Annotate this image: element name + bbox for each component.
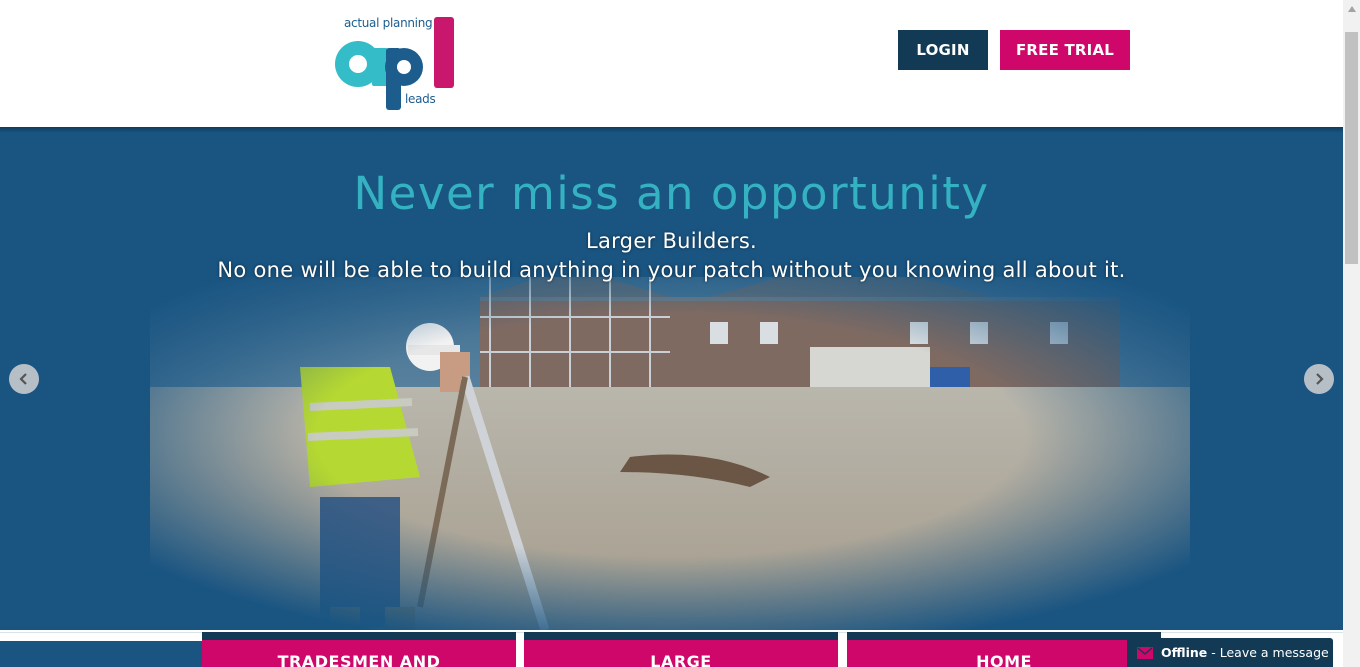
logo-tagline-bottom: leads bbox=[405, 92, 436, 106]
chat-message: - Leave a message bbox=[1211, 645, 1329, 660]
apl-logo[interactable]: actual planning leads bbox=[334, 14, 458, 112]
chevron-left-icon bbox=[19, 373, 27, 385]
chat-status: Offline bbox=[1161, 645, 1208, 660]
envelope-icon bbox=[1137, 646, 1153, 659]
site-header: actual planning leads LOGIN FREE TRIAL bbox=[0, 0, 1343, 127]
scrollbar-thumb[interactable] bbox=[1345, 32, 1358, 264]
strip-left-block bbox=[0, 641, 202, 667]
hero-subtitle-line2: No one will be able to build anything in… bbox=[217, 258, 1126, 282]
slider-prev-button[interactable] bbox=[9, 364, 39, 394]
construction-site-photo bbox=[150, 277, 1190, 630]
card-tradesmen[interactable]: TRADESMEN AND bbox=[202, 632, 516, 667]
hero-subtitle-line1: Larger Builders. bbox=[585, 229, 758, 253]
hero-slider: Never miss an opportunity Larger Builder… bbox=[0, 127, 1343, 630]
chevron-right-icon bbox=[1316, 373, 1324, 385]
login-button[interactable]: LOGIN bbox=[898, 30, 988, 70]
page-scrollbar[interactable] bbox=[1343, 0, 1360, 667]
card-tradesmen-label: TRADESMEN AND bbox=[277, 652, 441, 667]
chat-widget[interactable]: Offline - Leave a message bbox=[1127, 638, 1333, 667]
hero-title: Never miss an opportunity bbox=[353, 167, 990, 220]
caret-up-icon bbox=[1347, 5, 1356, 12]
card-home[interactable]: HOME bbox=[847, 632, 1161, 667]
card-home-label: HOME bbox=[976, 652, 1032, 667]
scroll-up-button[interactable] bbox=[1343, 0, 1360, 17]
card-large[interactable]: LARGE bbox=[524, 632, 838, 667]
hero-top-shadow bbox=[0, 127, 1343, 133]
slider-next-button[interactable] bbox=[1304, 364, 1334, 394]
logo-tagline-top: actual planning bbox=[344, 16, 433, 30]
card-large-label: LARGE bbox=[650, 652, 712, 667]
free-trial-button[interactable]: FREE TRIAL bbox=[1000, 30, 1130, 70]
